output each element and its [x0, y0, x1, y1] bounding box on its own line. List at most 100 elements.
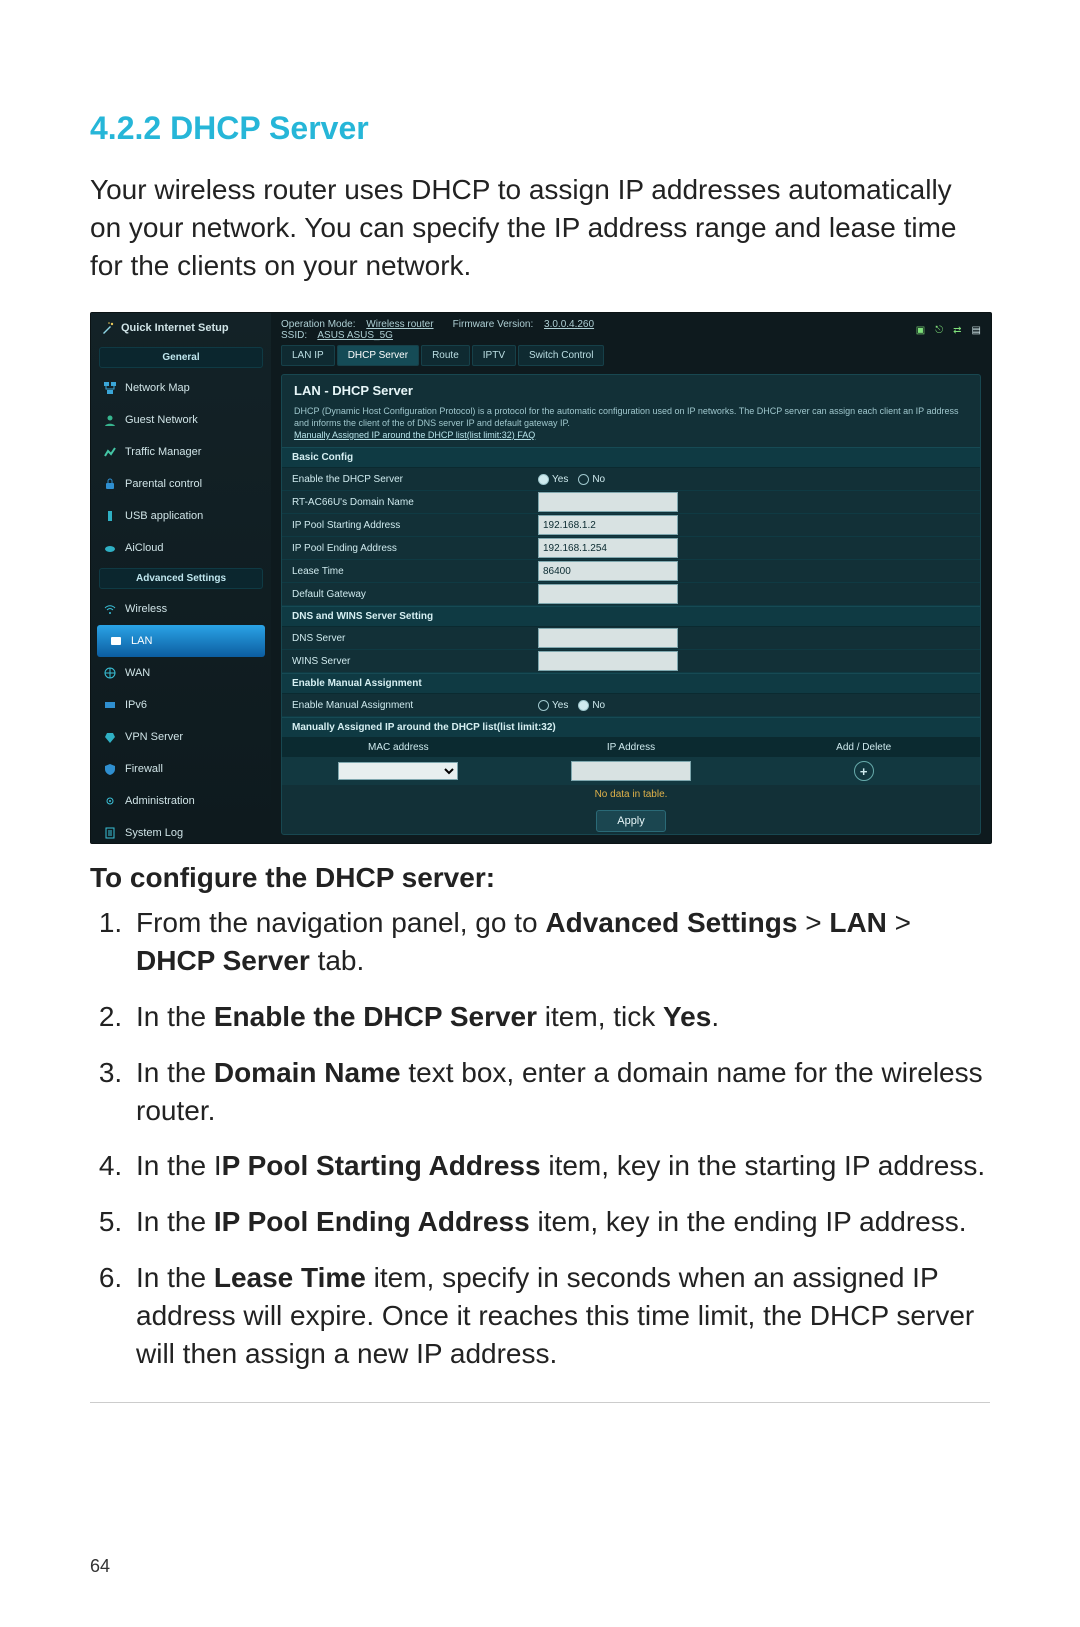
- sidebar-item-aicloud[interactable]: AiCloud: [91, 532, 271, 564]
- tab-switch-control[interactable]: Switch Control: [518, 345, 604, 366]
- sidebar: Quick Internet Setup General Network Map…: [91, 313, 271, 843]
- sidebar-item-system-log[interactable]: System Log: [91, 817, 271, 849]
- step-4: In the IP Pool Starting Address item, ke…: [130, 1147, 990, 1185]
- enable-dhcp-no-radio[interactable]: No: [578, 474, 605, 485]
- sidebar-item-ipv6[interactable]: IPv6: [91, 689, 271, 721]
- enable-dhcp-yes-radio[interactable]: Yes: [538, 474, 568, 485]
- sidebar-item-traffic-manager[interactable]: Traffic Manager: [91, 436, 271, 468]
- user-status-icon[interactable]: ▣: [916, 325, 925, 336]
- tab-lan-ip[interactable]: LAN IP: [281, 345, 335, 366]
- panel-description: DHCP (Dynamic Host Configuration Protoco…: [282, 406, 980, 447]
- network-icon: [103, 381, 117, 395]
- fw-label: Firmware Version:: [453, 319, 534, 330]
- row-lease-time: Lease Time: [282, 560, 980, 583]
- sidebar-item-wireless[interactable]: Wireless: [91, 593, 271, 625]
- no-data-message: No data in table.: [282, 785, 980, 804]
- row-ip-start: IP Pool Starting Address: [282, 514, 980, 537]
- log-icon: [103, 826, 117, 840]
- section-title: DHCP Server: [170, 110, 369, 146]
- usb-status-icon[interactable]: ⇄: [953, 325, 961, 336]
- step-3: In the Domain Name text box, enter a dom…: [130, 1054, 990, 1130]
- sidebar-item-firewall[interactable]: Firewall: [91, 753, 271, 785]
- topbar: Operation Mode: Wireless router Firmware…: [271, 313, 991, 341]
- row-enable-dhcp: Enable the DHCP Server Yes No: [282, 468, 980, 491]
- group-general: General: [99, 347, 263, 368]
- row-ip-end: IP Pool Ending Address: [282, 537, 980, 560]
- steps-list: From the navigation panel, go to Advance…: [90, 904, 990, 1372]
- fw-value[interactable]: 3.0.0.4.260: [544, 319, 594, 330]
- sidebar-item-usb-application[interactable]: USB application: [91, 500, 271, 532]
- usb-icon: [103, 509, 117, 523]
- manual-no-radio[interactable]: No: [578, 700, 605, 711]
- op-mode-label: Operation Mode:: [281, 319, 356, 330]
- apply-button[interactable]: Apply: [596, 810, 666, 832]
- footer-rule: [90, 1402, 990, 1403]
- ssid-value: ASUS ASUS_5G: [317, 330, 393, 341]
- ipv6-icon: [103, 698, 117, 712]
- default-gateway-input[interactable]: [538, 584, 678, 604]
- manual-ip-input[interactable]: [571, 761, 691, 781]
- tab-route[interactable]: Route: [421, 345, 470, 366]
- vpn-icon: [103, 730, 117, 744]
- manual-list-header: MAC address IP Address Add / Delete: [282, 738, 980, 757]
- globe-icon: [103, 666, 117, 680]
- ip-pool-end-input[interactable]: [538, 538, 678, 558]
- manual-list-input-row: +: [282, 757, 980, 785]
- wifi-icon: [103, 602, 117, 616]
- section-manual-assignment: Enable Manual Assignment: [282, 673, 980, 694]
- section-dns-wins: DNS and WINS Server Setting: [282, 606, 980, 627]
- col-add: Add / Delete: [747, 738, 980, 757]
- step-6: In the Lease Time item, specify in secon…: [130, 1259, 990, 1372]
- step-2: In the Enable the DHCP Server item, tick…: [130, 998, 990, 1036]
- sidebar-item-network-map[interactable]: Network Map: [91, 372, 271, 404]
- group-advanced: Advanced Settings: [99, 568, 263, 589]
- manual-page: 4.2.2 DHCP Server Your wireless router u…: [0, 0, 1080, 1627]
- sidebar-item-wan[interactable]: WAN: [91, 657, 271, 689]
- section-number: 4.2.2: [90, 110, 161, 146]
- tab-iptv[interactable]: IPTV: [472, 345, 516, 366]
- cloud-icon: [103, 541, 117, 555]
- sidebar-item-guest-network[interactable]: Guest Network: [91, 404, 271, 436]
- row-default-gateway: Default Gateway: [282, 583, 980, 606]
- quick-internet-setup[interactable]: Quick Internet Setup: [91, 313, 271, 343]
- wand-icon: [101, 321, 115, 335]
- sidebar-item-vpn-server[interactable]: VPN Server: [91, 721, 271, 753]
- col-mac: MAC address: [282, 738, 515, 757]
- lan-icon: [109, 634, 123, 648]
- sidebar-item-administration[interactable]: Administration: [91, 785, 271, 817]
- sidebar-item-lan[interactable]: LAN: [97, 625, 265, 657]
- add-entry-button[interactable]: +: [854, 761, 874, 781]
- gear-icon: [103, 794, 117, 808]
- dhcp-panel: LAN - DHCP Server DHCP (Dynamic Host Con…: [281, 374, 981, 835]
- main-area: Operation Mode: Wireless router Firmware…: [271, 313, 991, 843]
- row-wins-server: WINS Server: [282, 650, 980, 673]
- router-ui-screenshot: Quick Internet Setup General Network Map…: [90, 312, 992, 844]
- section-manual-list: Manually Assigned IP around the DHCP lis…: [282, 717, 980, 738]
- guest-icon: [103, 413, 117, 427]
- manual-yes-radio[interactable]: Yes: [538, 700, 568, 711]
- shield-icon: [103, 762, 117, 776]
- row-domain-name: RT-AC66U's Domain Name: [282, 491, 980, 514]
- step-5: In the IP Pool Ending Address item, key …: [130, 1203, 990, 1241]
- sidebar-item-parental-control[interactable]: Parental control: [91, 468, 271, 500]
- mac-address-select[interactable]: [338, 762, 458, 780]
- tab-dhcp-server[interactable]: DHCP Server: [337, 345, 419, 366]
- lease-time-input[interactable]: [538, 561, 678, 581]
- step-1: From the navigation panel, go to Advance…: [130, 904, 990, 980]
- row-enable-manual: Enable Manual Assignment Yes No: [282, 694, 980, 717]
- dns-server-input[interactable]: [538, 628, 678, 648]
- section-heading: 4.2.2 DHCP Server: [90, 110, 990, 147]
- faq-link[interactable]: Manually Assigned IP around the DHCP lis…: [294, 430, 535, 440]
- qis-label: Quick Internet Setup: [121, 322, 229, 334]
- row-dns-server: DNS Server: [282, 627, 980, 650]
- panel-title: LAN - DHCP Server: [282, 375, 980, 406]
- ip-pool-start-input[interactable]: [538, 515, 678, 535]
- domain-name-input[interactable]: [538, 492, 678, 512]
- status-icons: ▣ ⎋ ⇄ ▤: [916, 325, 981, 336]
- wifi-status-icon[interactable]: ▤: [972, 325, 981, 336]
- wins-server-input[interactable]: [538, 651, 678, 671]
- section-basic-config: Basic Config: [282, 447, 980, 468]
- link-status-icon[interactable]: ⎋: [935, 325, 943, 336]
- op-mode-value[interactable]: Wireless router: [366, 319, 433, 330]
- ssid-label: SSID:: [281, 330, 307, 341]
